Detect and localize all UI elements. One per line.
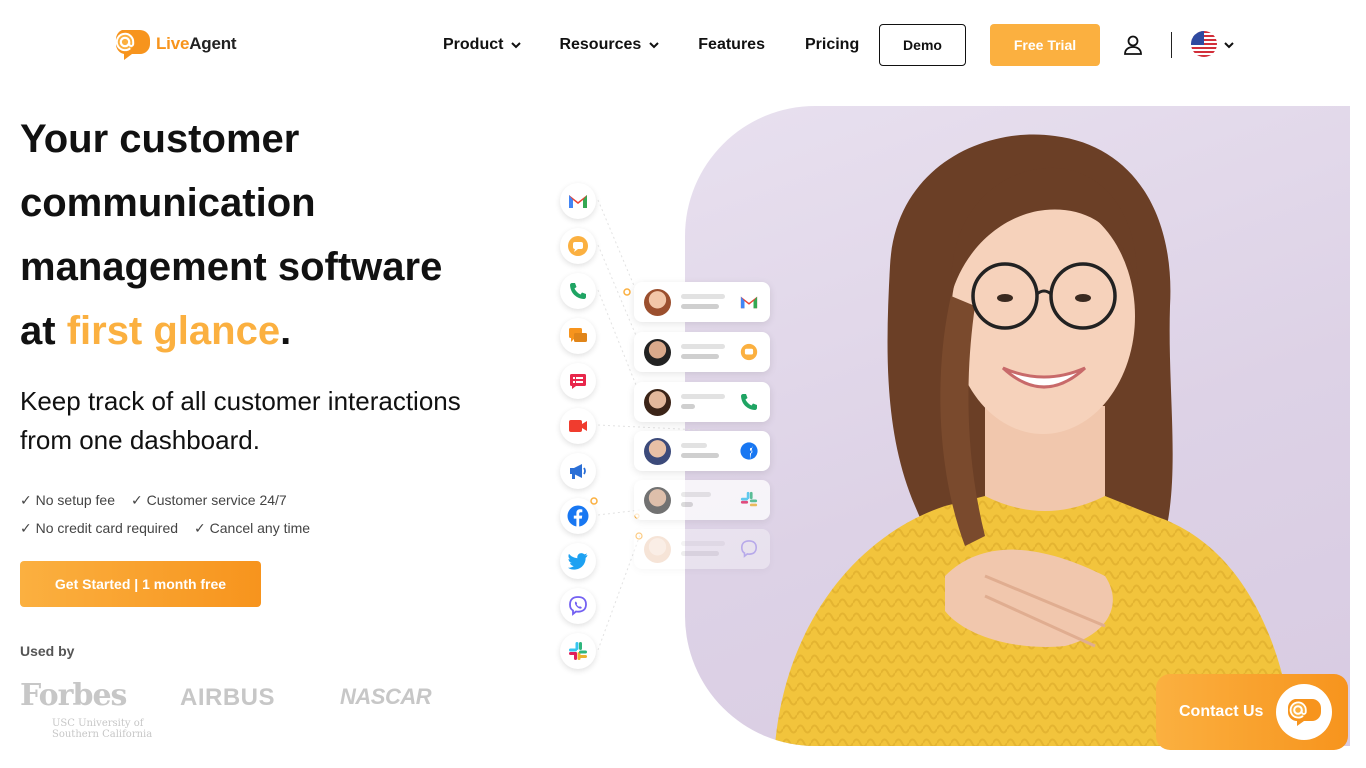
nav-product-label: Product <box>443 36 504 53</box>
smiling-woman-illustration <box>775 134 1295 746</box>
main-nav: Product Resources Features Pricing <box>443 24 859 66</box>
logo-text: LiveAgent <box>156 34 237 53</box>
logo-icon <box>115 30 150 60</box>
viber-icon <box>740 540 758 558</box>
headline-period: . <box>280 309 292 353</box>
slack-icon <box>740 491 758 507</box>
get-started-button[interactable]: Get Started | 1 month free <box>20 561 261 607</box>
airbus-logo: AIRBUS <box>180 684 276 711</box>
forbes-logo: Forbes <box>20 678 127 713</box>
contact-us-widget[interactable]: Contact Us <box>1156 674 1348 750</box>
conversation-card <box>634 431 770 471</box>
site-header: LiveAgent Product Resources Features Pri… <box>0 0 1366 90</box>
avatar <box>644 289 671 316</box>
liveagent-logo[interactable]: LiveAgent <box>112 28 237 60</box>
conversation-card <box>634 480 770 520</box>
check-item: ✓ Customer service 24/7 <box>131 491 287 508</box>
nav-pricing[interactable]: Pricing <box>805 36 859 54</box>
nav-features[interactable]: Features <box>698 36 765 54</box>
user-account-icon[interactable] <box>1122 34 1144 56</box>
avatar <box>644 339 671 366</box>
usc-logo: USC University of Southern California <box>52 718 153 740</box>
nav-features-label: Features <box>698 36 765 53</box>
avatar <box>644 438 671 465</box>
chat-icon <box>740 343 758 361</box>
conversation-card <box>634 529 770 569</box>
nav-pricing-label: Pricing <box>804 36 860 53</box>
header-divider <box>1171 32 1172 58</box>
contact-us-label: Contact Us <box>1179 703 1264 720</box>
hero-headline: Your customer communication management s… <box>20 107 490 363</box>
avatar <box>644 389 671 416</box>
check-item: ✓ Cancel any time <box>194 519 311 536</box>
headline-accent: first glance <box>66 309 281 353</box>
check-item: ✓ No setup fee <box>20 491 116 508</box>
check-item: ✓ No credit card required <box>20 519 179 536</box>
hero-photo <box>685 106 1350 746</box>
conversation-card <box>634 282 770 322</box>
nascar-logo: NASCAR <box>340 684 432 709</box>
free-trial-button[interactable]: Free Trial <box>990 24 1100 66</box>
us-flag-icon[interactable] <box>1191 31 1217 57</box>
headline-line: Your customer <box>20 117 300 161</box>
demo-button[interactable]: Demo <box>879 24 966 66</box>
facebook-icon <box>740 442 758 460</box>
conversation-card <box>634 332 770 372</box>
headline-line: management software <box>20 245 443 289</box>
feature-checklist: ✓ No setup fee ✓ Customer service 24/7 ✓… <box>20 486 480 542</box>
used-by-label: Used by <box>20 643 75 659</box>
gmail-icon <box>740 296 758 309</box>
nav-resources[interactable]: Resources <box>559 36 660 54</box>
nav-resources-label: Resources <box>559 36 642 53</box>
chevron-down-icon <box>649 42 659 49</box>
avatar <box>644 536 671 563</box>
headline-line: at <box>20 309 67 353</box>
nav-product[interactable]: Product <box>443 36 522 54</box>
headline-line: communication <box>20 181 316 225</box>
conversation-card <box>634 382 770 422</box>
phone-icon <box>741 394 757 410</box>
chevron-down-icon <box>511 42 522 49</box>
chat-bubble-icon[interactable] <box>1276 684 1332 740</box>
chevron-down-icon[interactable] <box>1223 39 1235 51</box>
avatar <box>644 487 671 514</box>
hero-subline: Keep track of all customer interactions … <box>20 386 461 455</box>
